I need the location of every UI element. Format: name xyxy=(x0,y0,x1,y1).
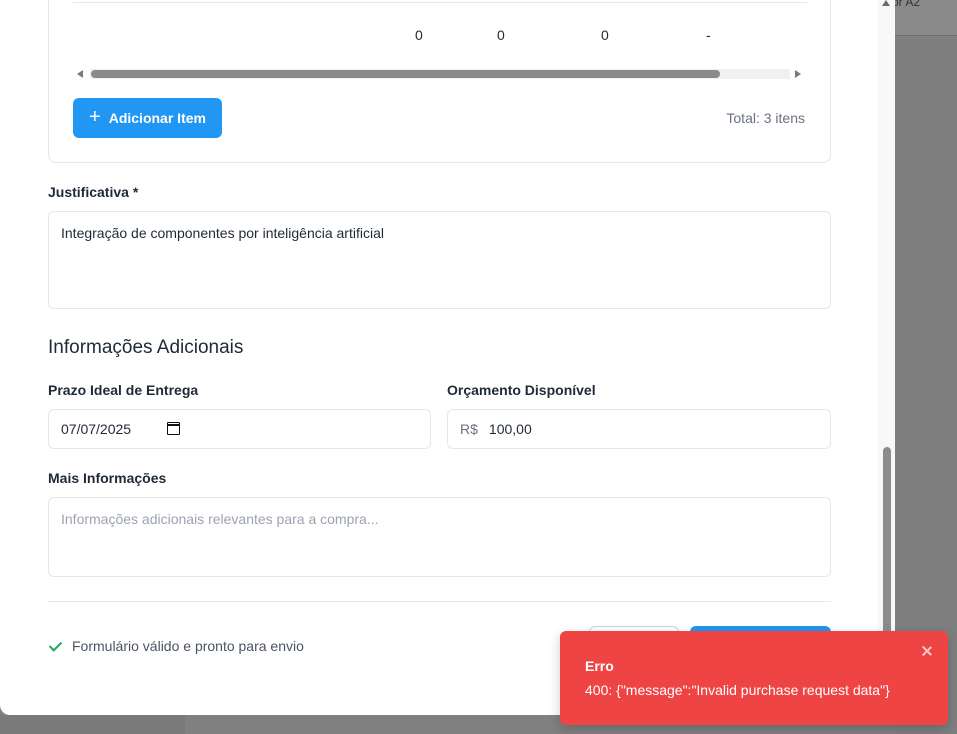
purchase-request-modal: 0 0 0 - + Adicionar Item Total: 3 itens … xyxy=(0,0,895,715)
additional-info-title: Informações Adicionais xyxy=(48,337,244,358)
summary-cell-3: 0 xyxy=(601,27,609,43)
scroll-left-arrow-icon[interactable] xyxy=(77,70,83,78)
budget-label: Orçamento Disponível xyxy=(447,382,596,398)
delivery-deadline-input[interactable]: 07/07/2025 xyxy=(48,409,431,449)
horizontal-scrollbar-thumb[interactable] xyxy=(91,70,720,78)
delivery-deadline-value: 07/07/2025 xyxy=(61,421,132,437)
delivery-deadline-label: Prazo Ideal de Entrega xyxy=(48,382,199,398)
scroll-up-arrow-icon[interactable] xyxy=(882,0,890,6)
summary-cell-2: 0 xyxy=(497,27,505,43)
close-icon[interactable] xyxy=(918,642,936,660)
items-total: Total: 3 itens xyxy=(726,110,805,126)
calendar-icon[interactable] xyxy=(167,422,180,435)
check-icon xyxy=(48,638,64,654)
more-info-label: Mais Informações xyxy=(48,470,167,486)
toast-title: Erro xyxy=(585,658,614,674)
budget-value: 100,00 xyxy=(488,421,532,437)
summary-cell-1: 0 xyxy=(415,27,423,43)
add-item-label: Adicionar Item xyxy=(108,110,206,126)
backdrop-panel xyxy=(895,0,957,734)
justification-label: Justificativa * xyxy=(48,184,139,200)
add-item-button[interactable]: + Adicionar Item xyxy=(73,98,222,138)
toast-message: 400: {"message":"Invalid purchase reques… xyxy=(585,682,890,698)
budget-input[interactable]: R$ 100,00 xyxy=(447,409,831,449)
form-status-text: Formulário válido e pronto para envio xyxy=(72,638,304,654)
scroll-right-arrow-icon[interactable] xyxy=(795,70,801,78)
table-row-divider xyxy=(73,2,807,3)
more-info-textarea[interactable]: Informações adicionais relevantes para a… xyxy=(48,497,831,577)
summary-cell-4: - xyxy=(706,27,711,43)
items-card xyxy=(48,0,831,163)
error-toast: Erro 400: {"message":"Invalid purchase r… xyxy=(560,631,948,725)
plus-icon: + xyxy=(89,106,101,128)
form-status: Formulário válido e pronto para envio xyxy=(48,638,304,654)
footer-divider xyxy=(48,601,831,602)
justification-textarea[interactable]: Integração de componentes por inteligênc… xyxy=(48,211,831,309)
backdrop-header-text: or A2 xyxy=(892,0,921,9)
currency-prefix: R$ xyxy=(460,421,478,437)
